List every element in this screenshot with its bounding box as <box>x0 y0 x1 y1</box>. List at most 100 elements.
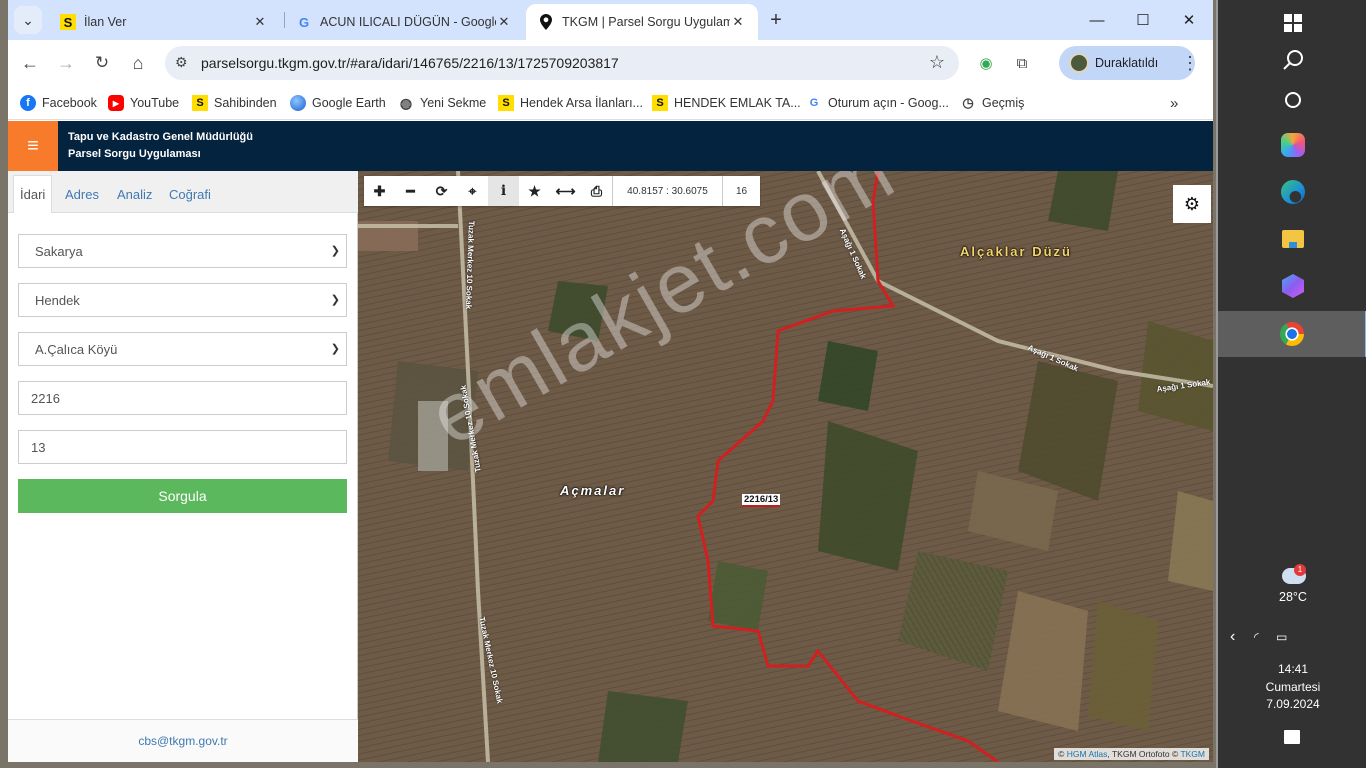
close-tab-icon[interactable]: ✕ <box>496 14 512 30</box>
tab-adres[interactable]: Adres <box>59 175 105 213</box>
tab-search-button[interactable]: ⌄ <box>14 6 42 34</box>
tkgm-link[interactable]: TKGM <box>1180 749 1205 759</box>
map-label-acmalar: Açmalar <box>560 483 626 498</box>
bookmark-oturum-acin[interactable]: G Oturum açın - Goog... <box>806 92 949 114</box>
parcel-number-input[interactable]: 13 <box>18 430 347 464</box>
crosshair-icon: ⌖ <box>468 182 477 199</box>
zoom-in-button[interactable]: ✚ <box>364 176 395 206</box>
info-button[interactable]: i <box>488 176 519 206</box>
clock-time[interactable]: 14:41 <box>1218 662 1366 676</box>
tab-cografi[interactable]: Coğrafi <box>163 175 217 213</box>
browser-window: ⌄ S İlan Ver ✕ G ACUN ILICALI DÜGÜN - Go… <box>8 0 1213 762</box>
bookmark-gecmis[interactable]: ◷ Geçmiş <box>960 92 1024 114</box>
copilot-button[interactable] <box>1218 122 1366 168</box>
tab-google[interactable]: G ACUN ILICALI DÜGÜN - Google ✕ <box>284 4 524 40</box>
bookmark-google-earth[interactable]: Google Earth <box>290 92 386 114</box>
bookmark-label: Hendek Arsa İlanları... <box>520 96 643 110</box>
tab-tkgm[interactable]: TKGM | Parsel Sorgu Uygulaması ✕ <box>526 4 758 40</box>
close-tab-icon[interactable]: ✕ <box>252 14 268 30</box>
new-tab-button[interactable]: + <box>762 6 790 34</box>
contact-email-link[interactable]: cbs@tkgm.gov.tr <box>138 734 227 748</box>
hgm-atlas-link[interactable]: HGM Atlas <box>1067 749 1108 759</box>
query-tabs: İdari Adres Analiz Coğrafi <box>8 171 358 213</box>
hamburger-menu-button[interactable]: ≡ <box>8 121 58 171</box>
close-window-button[interactable]: ✕ <box>1166 0 1212 40</box>
bookmark-star-icon[interactable]: ☆ <box>929 52 945 73</box>
bookmark-yeni-sekme[interactable]: ◍ Yeni Sekme <box>398 92 486 114</box>
reload-button[interactable]: ↻ <box>89 50 115 76</box>
refresh-button[interactable]: ⟳ <box>426 176 457 206</box>
maximize-button[interactable]: ☐ <box>1120 0 1166 40</box>
clock-day[interactable]: Cumartesi <box>1218 680 1366 694</box>
attribution-middle: , TKGM Ortofoto © <box>1107 749 1181 759</box>
province-select[interactable]: Sakarya ❯ <box>18 234 347 268</box>
address-bar[interactable]: ⚙ parselsorgu.tkgm.gov.tr/#ara/idari/146… <box>165 46 959 80</box>
bookmark-sahibinden[interactable]: S Sahibinden <box>192 92 277 114</box>
query-button[interactable]: Sorgula <box>18 479 347 513</box>
bookmark-youtube[interactable]: ▶ YouTube <box>108 92 179 114</box>
favorite-button[interactable]: ★ <box>519 176 550 206</box>
block-value: 2216 <box>31 390 60 406</box>
battery-charging-icon[interactable]: ▭ <box>1276 630 1287 644</box>
bookmark-hendek-arsa[interactable]: S Hendek Arsa İlanları... <box>498 92 643 114</box>
chevron-left-icon: ‹ <box>1230 628 1236 645</box>
notification-center-icon[interactable] <box>1284 730 1300 744</box>
bookmark-label: Geçmiş <box>982 96 1025 110</box>
show-hidden-icons-button[interactable]: ‹ <box>1230 628 1235 646</box>
map-view[interactable]: emlakjet.com Alçaklar Düzü Açmalar 2216/… <box>358 171 1213 762</box>
tab-ilan-ver[interactable]: S İlan Ver ✕ <box>48 4 280 40</box>
site-info-icon[interactable]: ⚙ <box>175 54 188 71</box>
hamburger-icon: ≡ <box>27 134 39 157</box>
home-icon: ⌂ <box>132 52 144 73</box>
home-button[interactable]: ⌂ <box>125 50 151 76</box>
chevron-down-icon: ❯ <box>330 343 340 355</box>
province-value: Sakarya <box>35 243 83 259</box>
measure-button[interactable]: ⟷ <box>550 176 581 206</box>
m365-button[interactable] <box>1218 263 1366 309</box>
menu-button[interactable]: ⋮ <box>1177 50 1203 76</box>
map-label-alcaklar-duzu: Alçaklar Düzü <box>960 244 1072 259</box>
neighborhood-select[interactable]: A.Çalıca Köyü ❯ <box>18 332 347 366</box>
bookmark-facebook[interactable]: f Facebook <box>20 92 97 114</box>
parcel-label[interactable]: 2216/13 <box>742 494 781 507</box>
tab-idari[interactable]: İdari <box>13 175 53 213</box>
reload-icon: ↻ <box>94 53 110 72</box>
youtube-icon: ▶ <box>108 95 124 111</box>
zoom-out-button[interactable]: ━ <box>395 176 426 206</box>
clock-date[interactable]: 7.09.2024 <box>1218 697 1366 711</box>
locate-button[interactable]: ⌖ <box>457 176 488 206</box>
more-bookmarks-button[interactable]: » <box>1170 92 1178 114</box>
sidebar-footer: cbs@tkgm.gov.tr <box>8 719 358 762</box>
map-attribution: © HGM Atlas, TKGM Ortofoto © TKGM <box>1054 748 1209 760</box>
map-pin-icon <box>538 14 554 30</box>
forward-button[interactable]: → <box>53 50 79 76</box>
sahibinden-s-icon: S <box>498 95 514 111</box>
parcel-value: 13 <box>31 439 46 455</box>
maps-extension-icon[interactable]: ◉ <box>973 50 999 76</box>
bookmark-label: Facebook <box>42 96 97 110</box>
tab-title: İlan Ver <box>84 15 127 29</box>
google-g-icon: G <box>809 97 819 109</box>
chrome-button[interactable] <box>1218 311 1366 357</box>
extensions-icon[interactable]: ⧉ <box>1009 50 1035 76</box>
close-tab-icon[interactable]: ✕ <box>730 14 746 30</box>
url-text[interactable]: parselsorgu.tkgm.gov.tr/#ara/idari/14676… <box>201 55 619 71</box>
tab-title: ACUN ILICALI DÜGÜN - Google <box>320 15 496 29</box>
bookmark-label: Oturum açın - Goog... <box>828 96 949 110</box>
profile-button[interactable]: Duraklatıldı <box>1059 46 1195 80</box>
weather-temperature[interactable]: 28°C <box>1218 590 1366 604</box>
minimize-button[interactable]: — <box>1074 0 1120 40</box>
wifi-icon[interactable]: ◜ <box>1254 630 1259 644</box>
print-button[interactable]: ⎙ <box>581 176 612 206</box>
file-explorer-button[interactable] <box>1218 216 1366 262</box>
star-icon: ★ <box>528 182 541 199</box>
block-number-input[interactable]: 2216 <box>18 381 347 415</box>
district-value: Hendek <box>35 292 80 308</box>
edge-button[interactable] <box>1218 169 1366 215</box>
tab-analiz[interactable]: Analiz <box>111 175 158 213</box>
district-select[interactable]: Hendek ❯ <box>18 283 347 317</box>
cortana-button[interactable] <box>1218 77 1366 123</box>
bookmark-hendek-emlak[interactable]: S HENDEK EMLAK TA... <box>652 92 801 114</box>
back-button[interactable]: ← <box>17 50 43 76</box>
map-settings-button[interactable]: ⚙ <box>1173 185 1211 223</box>
